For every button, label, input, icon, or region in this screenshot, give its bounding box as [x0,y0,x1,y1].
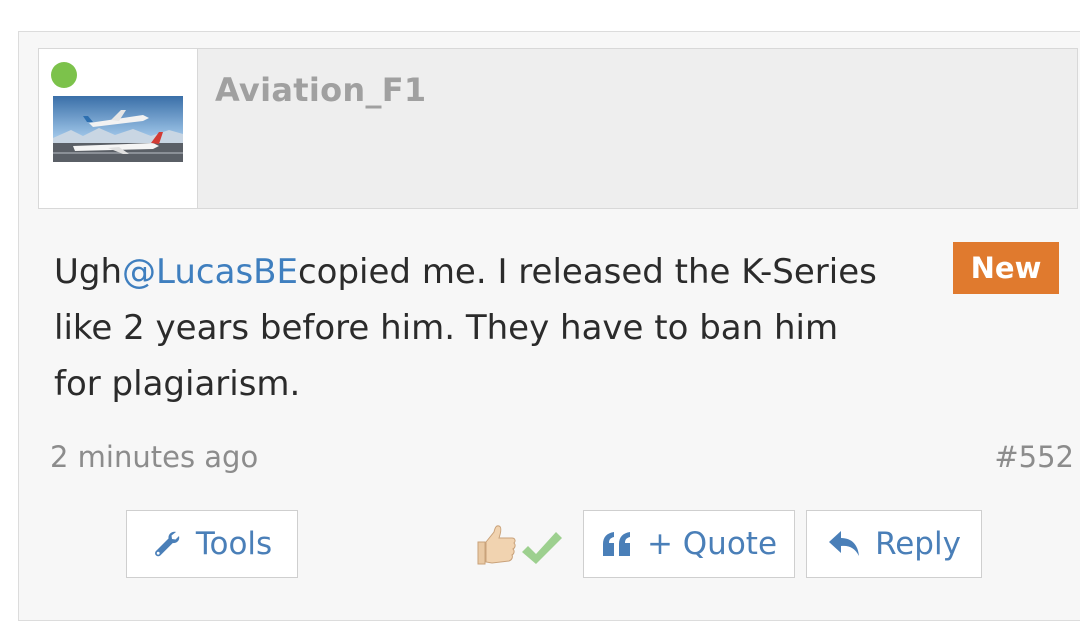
tools-button[interactable]: Tools [126,510,298,578]
wrench-icon [154,531,180,557]
post-number-link[interactable]: #552 [994,440,1074,474]
reactions-bar[interactable] [472,520,572,570]
reply-arrow-icon [829,531,860,556]
tools-button-label: Tools [195,526,273,562]
reply-button-label: Reply [875,526,961,562]
message-text: Ugh [54,252,123,292]
new-badge: New [953,242,1059,294]
avatar-cell [39,49,198,208]
quote-button-label: + Quote [646,526,778,562]
message-text: for plagiarism. [54,364,301,404]
user-mention-link[interactable]: @LucasBE [122,252,298,292]
username[interactable]: Aviation_F1 [215,71,427,109]
avatar[interactable] [53,96,183,162]
message-text: copied me. I released the K-Series [297,252,877,292]
checkmark-icon[interactable] [522,532,562,564]
online-status-indicator [51,62,77,88]
quote-button[interactable]: + Quote [583,510,795,578]
post-author-header: Aviation_F1 [38,48,1078,209]
quote-icon [602,532,630,556]
post-message: Ugh@LucasBEcopied me. I released the K-S… [54,244,954,412]
thumbs-up-icon[interactable] [477,525,516,565]
reply-button[interactable]: Reply [806,510,982,578]
post-timestamp[interactable]: 2 minutes ago [50,440,258,474]
message-text: like 2 years before him. They have to ba… [54,308,839,348]
